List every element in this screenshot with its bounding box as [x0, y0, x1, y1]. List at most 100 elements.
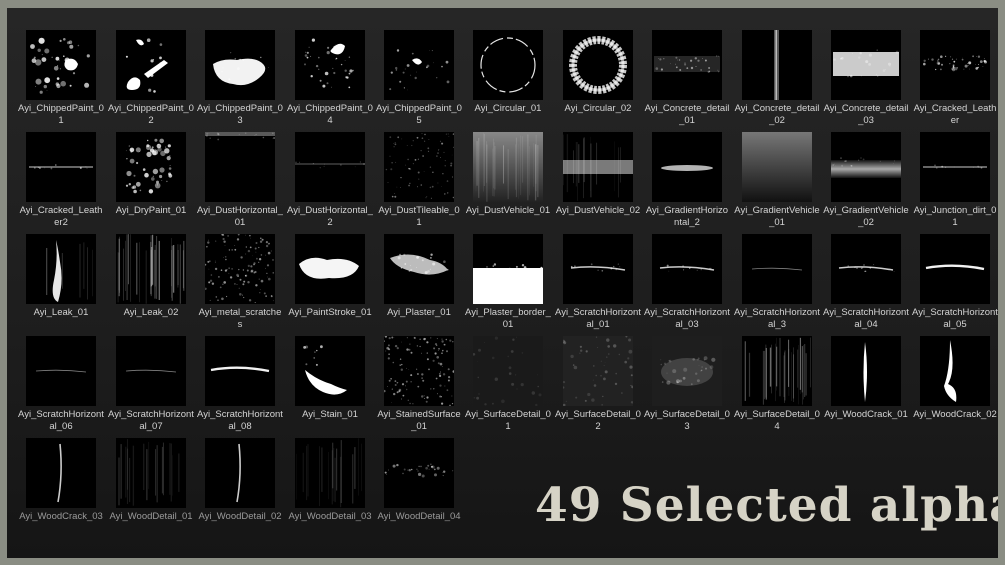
- alpha-tile[interactable]: Ayi_Concrete_detail_03: [823, 30, 909, 130]
- gradient-down-alpha-thumbnail: [742, 132, 812, 202]
- alpha-tile[interactable]: Ayi_ScratchHorizontal_05: [912, 234, 998, 334]
- alpha-tile[interactable]: Ayi_ScratchHorizontal_08: [197, 336, 283, 436]
- crack-alpha-thumbnail: [831, 336, 901, 406]
- alpha-label: Ayi_ScratchHorizontal_08: [197, 409, 283, 432]
- alpha-label: Ayi_SurfaceDetail_01: [465, 409, 551, 432]
- alpha-tile[interactable]: Ayi_GradientHorizontal_2: [644, 132, 730, 232]
- alpha-tile[interactable]: Ayi_DryPaint_01: [108, 132, 194, 232]
- scratch-alpha-thumbnail: [652, 234, 722, 304]
- alpha-tile[interactable]: Ayi_Plaster_01: [376, 234, 462, 334]
- alpha-label: Ayi_ScratchHorizontal_3: [734, 307, 820, 330]
- alpha-label: Ayi_ScratchHorizontal_04: [823, 307, 909, 330]
- alpha-label: Ayi_WoodDetail_03: [288, 511, 372, 522]
- alpha-tile[interactable]: Ayi_ScratchHorizontal_3: [734, 234, 820, 334]
- dust-top-alpha-thumbnail: [205, 132, 275, 202]
- alpha-tile[interactable]: Ayi_Cracked_Leather: [912, 30, 998, 130]
- alpha-tile[interactable]: Ayi_Cracked_Leather2: [18, 132, 104, 232]
- alpha-label: Ayi_ChippedPaint_02: [108, 103, 194, 126]
- alpha-tile[interactable]: Ayi_ChippedPaint_04: [287, 30, 373, 130]
- blob-alpha-thumbnail: [205, 30, 275, 100]
- alpha-label: Ayi_Junction_dirt_01: [913, 205, 997, 228]
- alpha-label: Ayi_WoodDetail_02: [198, 511, 282, 522]
- alpha-tile[interactable]: Ayi_WoodDetail_03: [287, 438, 373, 538]
- crack-wide-alpha-thumbnail: [920, 336, 990, 406]
- alpha-tile[interactable]: Ayi_metal_scratches: [197, 234, 283, 334]
- alpha-tile[interactable]: Ayi_Circular_01: [465, 30, 551, 130]
- band-grey-alpha-thumbnail: [563, 132, 633, 202]
- alpha-label: Ayi_WoodCrack_01: [824, 409, 908, 420]
- alpha-tile[interactable]: Ayi_Circular_02: [555, 30, 641, 130]
- alpha-tile[interactable]: Ayi_Leak_01: [18, 234, 104, 334]
- alpha-tile[interactable]: Ayi_DustTileable_01: [376, 132, 462, 232]
- alpha-tile[interactable]: Ayi_Stain_01: [287, 336, 373, 436]
- alpha-tile[interactable]: Ayi_ChippedPaint_02: [108, 30, 194, 130]
- speckle-sparse-alpha-thumbnail: [384, 30, 454, 100]
- alpha-label: Ayi_Concrete_detail_01: [644, 103, 730, 126]
- alpha-tile[interactable]: Ayi_Concrete_detail_02: [734, 30, 820, 130]
- alpha-tile[interactable]: Ayi_SurfaceDetail_01: [465, 336, 551, 436]
- alpha-label: Ayi_Stain_01: [302, 409, 358, 420]
- scratch-bright-alpha-thumbnail: [920, 234, 990, 304]
- alpha-tile[interactable]: Ayi_PaintStroke_01: [287, 234, 373, 334]
- alpha-tile[interactable]: Ayi_WoodDetail_04: [376, 438, 462, 538]
- alpha-label: Ayi_DustHorizontal_01: [197, 205, 283, 228]
- alpha-tile[interactable]: Ayi_ScratchHorizontal_04: [823, 234, 909, 334]
- alpha-tile[interactable]: Ayi_Concrete_detail_01: [644, 30, 730, 130]
- alpha-label: Ayi_StainedSurface_01: [377, 409, 461, 432]
- alpha-tile[interactable]: Ayi_ChippedPaint_05: [376, 30, 462, 130]
- alpha-tile[interactable]: Ayi_SurfaceDetail_04: [734, 336, 820, 436]
- alpha-gallery: Ayi_ChippedPaint_01 Ayi_ChippedPaint_02 Ay…: [7, 8, 998, 558]
- noise-strong-alpha-thumbnail: [205, 234, 275, 304]
- alpha-tile[interactable]: Ayi_ScratchHorizontal_03: [644, 234, 730, 334]
- alpha-label: Ayi_PaintStroke_01: [288, 307, 372, 318]
- alpha-tile[interactable]: Ayi_ScratchHorizontal_07: [108, 336, 194, 436]
- alpha-tile[interactable]: Ayi_SurfaceDetail_03: [644, 336, 730, 436]
- blotches-alpha-thumbnail: [26, 30, 96, 100]
- alpha-tile[interactable]: Ayi_DustHorizontal_2: [287, 132, 373, 232]
- surface-blotch-alpha-thumbnail: [652, 336, 722, 406]
- alpha-tile[interactable]: Ayi_Plaster_border_01: [465, 234, 551, 334]
- alpha-tile[interactable]: Ayi_StainedSurface_01: [376, 336, 462, 436]
- alpha-tile[interactable]: Ayi_DustHorizontal_01: [197, 132, 283, 232]
- alpha-tile[interactable]: Ayi_Junction_dirt_01: [912, 132, 998, 232]
- gallery-headline: 49 Selected alphas: [535, 478, 998, 533]
- thin-line-alpha-thumbnail: [920, 132, 990, 202]
- alpha-tile[interactable]: Ayi_WoodCrack_03: [18, 438, 104, 538]
- alpha-tile[interactable]: Ayi_WoodDetail_01: [108, 438, 194, 538]
- wood-dots-alpha-thumbnail: [384, 438, 454, 508]
- noise-alpha-thumbnail: [384, 132, 454, 202]
- alpha-tile[interactable]: Ayi_WoodCrack_01: [823, 336, 909, 436]
- alpha-label: Ayi_ScratchHorizontal_01: [555, 307, 641, 330]
- alpha-tile[interactable]: Ayi_Leak_02: [108, 234, 194, 334]
- scratch-alpha-thumbnail: [831, 234, 901, 304]
- alpha-label: Ayi_DryPaint_01: [115, 205, 187, 216]
- thin-line-alpha-thumbnail: [26, 132, 96, 202]
- scratch-bright-alpha-thumbnail: [205, 336, 275, 406]
- alpha-label: Ayi_GradientVehicle_02: [823, 205, 909, 228]
- band-bright-alpha-thumbnail: [831, 30, 901, 100]
- alpha-label: Ayi_ScratchHorizontal_05: [912, 307, 998, 330]
- alpha-label: Ayi_Concrete_detail_02: [734, 103, 820, 126]
- alpha-label: Ayi_Cracked_Leather2: [19, 205, 103, 228]
- alpha-tile[interactable]: Ayi_DustVehicle_02: [555, 132, 641, 232]
- alpha-tile[interactable]: Ayi_SurfaceDetail_02: [555, 336, 641, 436]
- alpha-tile[interactable]: Ayi_ChippedPaint_01: [18, 30, 104, 130]
- alpha-tile[interactable]: Ayi_GradientVehicle_02: [823, 132, 909, 232]
- band-speckle-alpha-thumbnail: [920, 30, 990, 100]
- alpha-label: Ayi_SurfaceDetail_03: [644, 409, 730, 432]
- leak-alpha-thumbnail: [26, 234, 96, 304]
- alpha-tile[interactable]: Ayi_ChippedPaint_03: [197, 30, 283, 130]
- alpha-label: Ayi_Circular_01: [474, 103, 542, 114]
- alpha-label: Ayi_ScratchHorizontal_07: [108, 409, 194, 432]
- alpha-tile[interactable]: Ayi_ScratchHorizontal_06: [18, 336, 104, 436]
- alpha-tile[interactable]: Ayi_WoodCrack_02: [912, 336, 998, 436]
- alpha-tile[interactable]: Ayi_GradientVehicle_01: [734, 132, 820, 232]
- alpha-label: Ayi_ChippedPaint_01: [18, 103, 104, 126]
- surface-dark-alpha-thumbnail: [473, 336, 543, 406]
- alpha-tile[interactable]: Ayi_ScratchHorizontal_01: [555, 234, 641, 334]
- alpha-label: Ayi_Leak_02: [123, 307, 179, 318]
- alpha-tile[interactable]: Ayi_DustVehicle_01: [465, 132, 551, 232]
- alpha-label: Ayi_Leak_01: [33, 307, 89, 318]
- alpha-label: Ayi_GradientVehicle_01: [734, 205, 820, 228]
- alpha-tile[interactable]: Ayi_WoodDetail_02: [197, 438, 283, 538]
